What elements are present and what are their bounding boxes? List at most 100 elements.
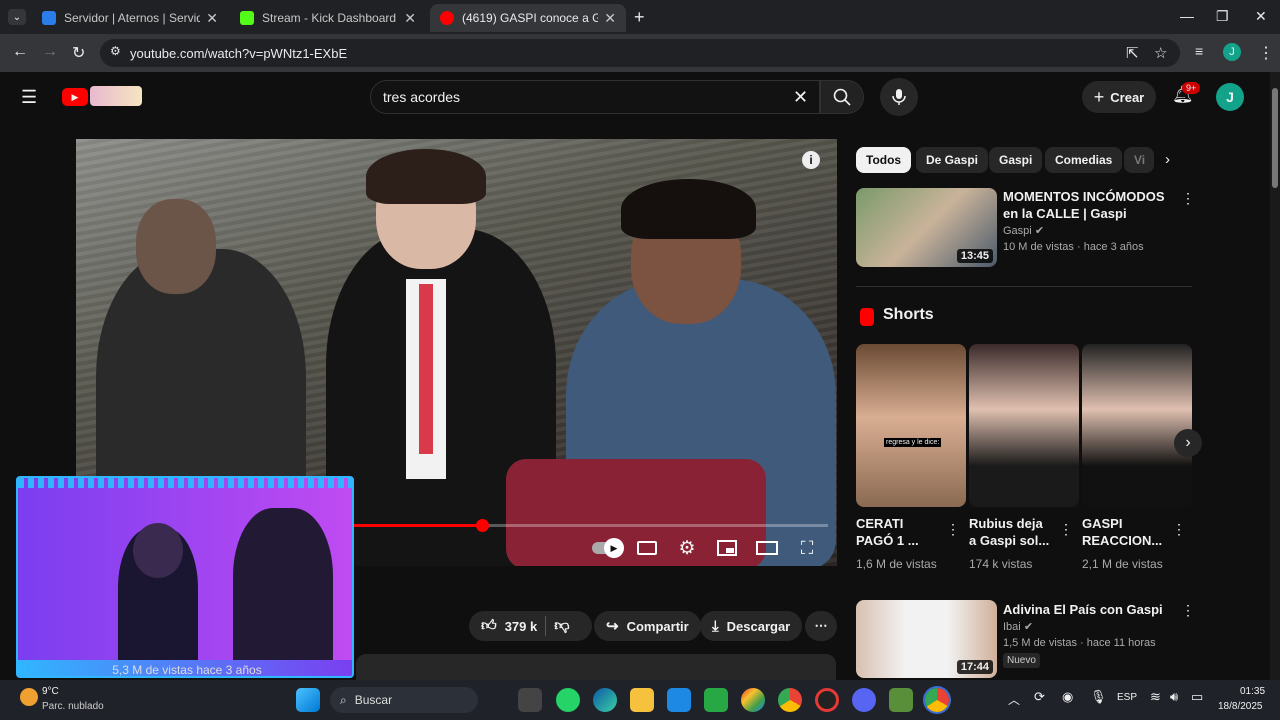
close-icon[interactable]: ✕ bbox=[604, 10, 616, 27]
short-title[interactable]: CERATI PAGÓ 1 ... bbox=[856, 515, 936, 549]
windows-start-icon[interactable] bbox=[296, 688, 320, 712]
chrome-profile-icon[interactable] bbox=[925, 688, 949, 712]
create-button[interactable]: + Crear bbox=[1082, 81, 1156, 113]
edge-icon[interactable] bbox=[593, 688, 617, 712]
sync-icon[interactable]: ⟳ bbox=[1034, 689, 1045, 705]
page-scrollbar[interactable] bbox=[1270, 72, 1280, 680]
info-icon[interactable]: i bbox=[802, 151, 820, 169]
close-icon[interactable]: ✕ bbox=[404, 10, 416, 27]
tab-youtube[interactable]: (4619) GASPI conoce a GENTE c ✕ bbox=[430, 4, 626, 32]
chip-vi[interactable]: Vi bbox=[1124, 147, 1154, 173]
youtube-doodle-logo[interactable] bbox=[90, 86, 142, 106]
short-title[interactable]: GASPI REACCION... bbox=[1082, 515, 1166, 549]
like-thumb-icon[interactable]: 👍︎ bbox=[481, 617, 497, 635]
short-thumbnail[interactable] bbox=[969, 344, 1079, 507]
reading-list-icon[interactable]: ≡ bbox=[1195, 43, 1203, 59]
subtitles-icon[interactable] bbox=[636, 537, 658, 559]
kick-favicon-icon bbox=[240, 11, 254, 25]
minimize-icon[interactable]: — bbox=[1180, 8, 1194, 24]
microphone-icon[interactable]: 🎙︎ bbox=[1090, 689, 1107, 705]
search-input[interactable]: tres acordes ✕ bbox=[370, 80, 820, 114]
obs-icon[interactable] bbox=[815, 688, 839, 712]
recommended-thumbnail[interactable]: 13:45 bbox=[856, 188, 997, 267]
notes-app-icon[interactable] bbox=[667, 688, 691, 712]
voice-search-button[interactable] bbox=[880, 78, 918, 116]
photos-app-icon[interactable] bbox=[704, 688, 728, 712]
hamburger-menu-icon[interactable]: ☰ bbox=[21, 87, 37, 108]
back-icon[interactable]: ← bbox=[12, 43, 28, 61]
chips-next-icon[interactable]: › bbox=[1165, 151, 1170, 168]
bookmark-star-icon[interactable]: ☆ bbox=[1154, 44, 1167, 62]
shorts-next-button[interactable]: › bbox=[1174, 429, 1202, 457]
recommended-channel[interactable]: Ibai ✔︎ bbox=[1003, 620, 1033, 633]
dislike-thumb-icon[interactable]: 👎︎ bbox=[554, 617, 569, 635]
progress-bar[interactable] bbox=[340, 519, 828, 532]
show-hidden-icons-icon[interactable]: ︿ bbox=[1008, 691, 1020, 708]
clock-time[interactable]: 01:35 bbox=[1240, 686, 1265, 697]
record-icon[interactable]: ◉ bbox=[1062, 689, 1073, 705]
chip-comedias[interactable]: Comedias bbox=[1045, 147, 1123, 173]
site-info-icon[interactable]: ⚙ bbox=[110, 44, 121, 58]
more-vertical-icon[interactable]: ⋮ bbox=[946, 521, 960, 538]
progress-scrubber-handle[interactable] bbox=[475, 519, 489, 532]
task-view-icon[interactable] bbox=[518, 688, 542, 712]
short-title[interactable]: Rubius deja a Gaspi sol... bbox=[969, 515, 1053, 549]
new-tab-icon[interactable]: + bbox=[634, 7, 645, 28]
settings-gear-icon[interactable]: ⚙ bbox=[676, 537, 698, 559]
profile-avatar[interactable]: J bbox=[1223, 43, 1241, 61]
maximize-icon[interactable]: ❐ bbox=[1216, 8, 1229, 25]
clock-date[interactable]: 18/8/2025 bbox=[1218, 701, 1263, 712]
close-window-icon[interactable]: ✕ bbox=[1255, 8, 1267, 25]
taskbar-search[interactable]: ⌕ Buscar bbox=[330, 687, 478, 713]
recommended-channel[interactable]: Gaspi ✔︎ bbox=[1003, 224, 1044, 237]
weather-temperature[interactable]: 9°C bbox=[42, 686, 59, 697]
youtube-logo-icon[interactable]: ▶ bbox=[62, 88, 88, 106]
chip-gaspi[interactable]: Gaspi bbox=[989, 147, 1043, 173]
short-thumbnail[interactable] bbox=[1082, 344, 1192, 507]
discord-icon[interactable] bbox=[852, 688, 876, 712]
volume-icon[interactable]: 🔊︎ bbox=[1170, 689, 1178, 705]
tab-aternos[interactable]: Servidor | Aternos | Servidor gra ✕ bbox=[32, 4, 228, 32]
more-vertical-icon[interactable]: ⋮ bbox=[1172, 521, 1186, 538]
clear-search-icon[interactable]: ✕ bbox=[793, 87, 808, 108]
short-thumbnail[interactable]: regresa y le dice: bbox=[856, 344, 966, 507]
chip-de-gaspi[interactable]: De Gaspi bbox=[916, 147, 989, 173]
more-vertical-icon[interactable]: ⋮ bbox=[1059, 521, 1073, 538]
menu-kebab-icon[interactable]: ⋮ bbox=[1258, 43, 1274, 63]
like-count[interactable]: 379 k bbox=[505, 619, 538, 634]
scrollbar-thumb[interactable] bbox=[1272, 88, 1278, 188]
chip-todos[interactable]: Todos bbox=[856, 147, 912, 173]
weather-description[interactable]: Parc. nublado bbox=[42, 701, 104, 712]
recommended-title[interactable]: MOMENTOS INCÓMODOS en la CALLE | Gaspi bbox=[1003, 188, 1175, 222]
tab-kick[interactable]: Stream - Kick Dashboard ✕ bbox=[230, 4, 426, 32]
address-bar[interactable]: ⚙ youtube.com/watch?v=pWNtz1-EXbE ⇱ ☆ bbox=[100, 39, 1180, 67]
file-explorer-icon[interactable] bbox=[630, 688, 654, 712]
battery-icon[interactable]: ▭ bbox=[1191, 689, 1203, 705]
photos-icon[interactable] bbox=[741, 688, 765, 712]
share-button[interactable]: ↪ Compartir bbox=[594, 611, 701, 641]
more-actions-button[interactable]: ⋯ bbox=[805, 611, 837, 641]
download-button[interactable]: ⤓ Descargar bbox=[700, 611, 803, 641]
more-vertical-icon[interactable]: ⋮ bbox=[1181, 190, 1195, 207]
account-avatar[interactable]: J bbox=[1216, 83, 1244, 111]
whatsapp-icon[interactable] bbox=[556, 688, 580, 712]
forward-icon[interactable]: → bbox=[42, 43, 58, 61]
recommended-title[interactable]: Adivina El País con Gaspi bbox=[1003, 601, 1175, 618]
chrome-icon[interactable] bbox=[778, 688, 802, 712]
minecraft-icon[interactable] bbox=[889, 688, 913, 712]
wifi-icon[interactable]: ≋ bbox=[1150, 689, 1161, 705]
miniplayer-icon[interactable] bbox=[716, 537, 738, 559]
channel-name: Gaspi bbox=[1003, 225, 1032, 237]
theater-mode-icon[interactable] bbox=[756, 537, 778, 559]
weather-icon[interactable] bbox=[20, 688, 38, 706]
more-vertical-icon[interactable]: ⋮ bbox=[1181, 602, 1195, 619]
close-icon[interactable]: ✕ bbox=[206, 10, 218, 27]
tab-search-icon[interactable]: ⌄ bbox=[8, 9, 26, 25]
input-language[interactable]: ESP bbox=[1117, 692, 1137, 703]
install-app-icon[interactable]: ⇱ bbox=[1126, 44, 1139, 62]
search-button[interactable] bbox=[820, 80, 864, 114]
autoplay-toggle[interactable]: ▶ bbox=[592, 537, 624, 559]
recommended-thumbnail[interactable]: 17:44 bbox=[856, 600, 997, 678]
fullscreen-icon[interactable]: ⛶ bbox=[796, 537, 818, 559]
reload-icon[interactable]: ↻ bbox=[72, 43, 85, 63]
